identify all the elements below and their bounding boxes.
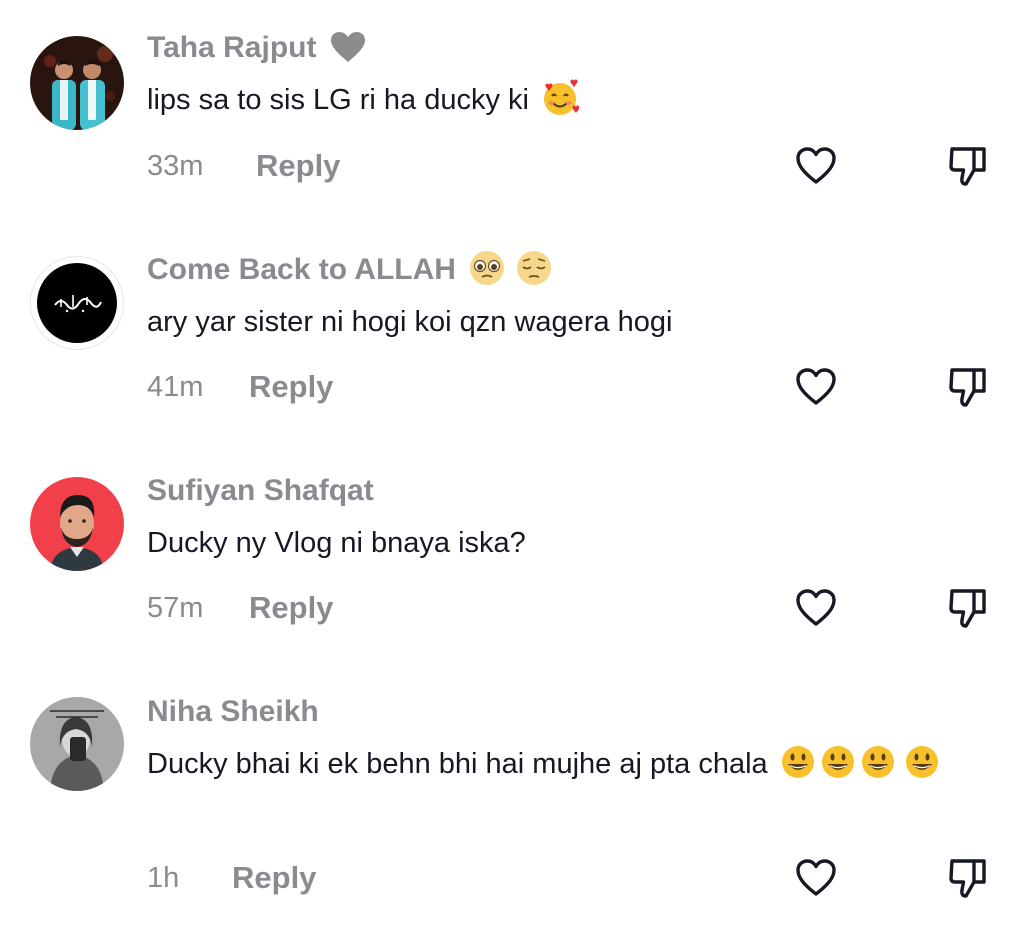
comment-time: 1h [147,862,180,894]
comment-text: Ducky bhai ki ek behn bhi hai mujhe aj p… [147,738,977,790]
comment-username[interactable]: Niha Sheikh [147,697,319,727]
dislike-icon[interactable] [944,855,990,901]
grinning-face-icon [821,746,854,779]
grinning-face-icon [781,746,814,779]
grinning-face-icon [861,746,894,779]
heart-icon[interactable] [794,856,838,900]
grinning-face-icon [905,746,938,779]
comment-item: Niha Sheikh Ducky bhai ki ek behn bhi ha… [0,0,1024,930]
avatar[interactable] [30,697,124,791]
reply-button[interactable]: Reply [232,862,316,893]
